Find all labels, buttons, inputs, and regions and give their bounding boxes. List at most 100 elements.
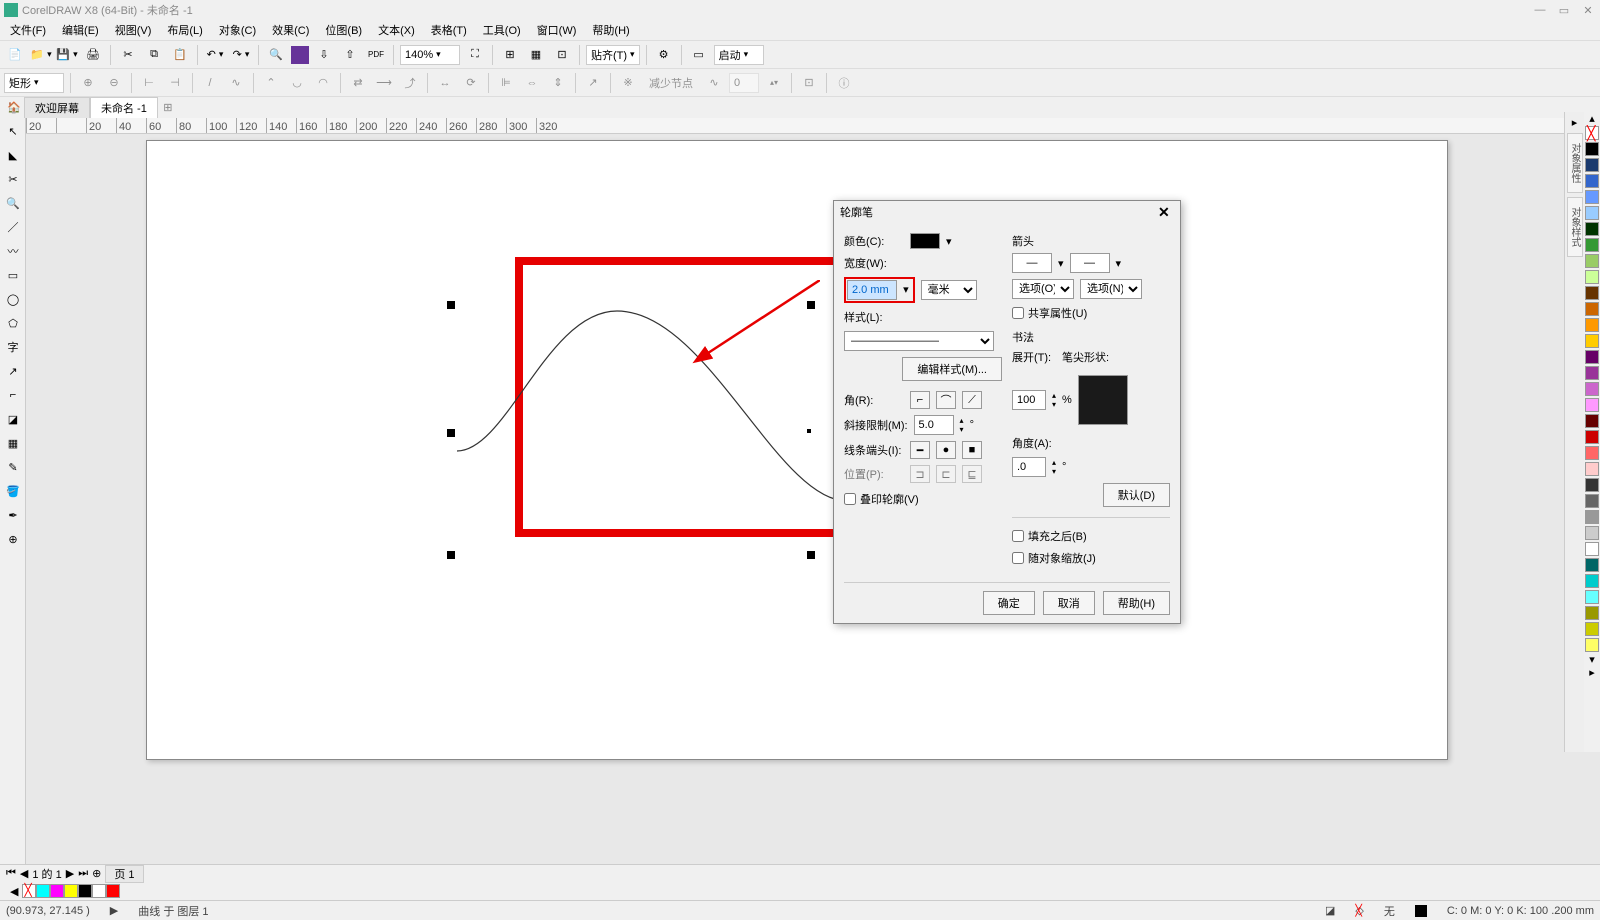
end-arrow-picker[interactable]: — bbox=[1070, 253, 1110, 273]
color-swatch[interactable] bbox=[1585, 638, 1599, 652]
doc-color-swatch[interactable] bbox=[64, 884, 78, 898]
cap-square-icon[interactable]: ■ bbox=[962, 441, 982, 459]
edit-style-button[interactable]: 编辑样式(M)... bbox=[902, 357, 1002, 381]
stretch-icon[interactable]: ↔ bbox=[434, 72, 456, 94]
angle-input[interactable] bbox=[1012, 457, 1046, 477]
menu-file[interactable]: 文件(F) bbox=[4, 20, 52, 40]
reverse-icon[interactable]: ⇄ bbox=[347, 72, 369, 94]
undo-icon[interactable]: ↶ bbox=[204, 44, 226, 66]
page-canvas[interactable] bbox=[146, 140, 1448, 760]
width-input[interactable] bbox=[847, 280, 897, 300]
overprint-checkbox[interactable] bbox=[844, 493, 856, 505]
info-icon[interactable]: ⓘ bbox=[833, 72, 855, 94]
spinner-icon[interactable]: ▴▾ bbox=[1052, 458, 1056, 476]
bbox-icon[interactable]: ⊡ bbox=[798, 72, 820, 94]
polygon-tool-icon[interactable]: ⬠ bbox=[2, 312, 24, 334]
options-icon[interactable]: ⚙ bbox=[653, 44, 675, 66]
palette-down-icon[interactable]: ▾ bbox=[1584, 653, 1600, 666]
tab-add-icon[interactable]: ⊞ bbox=[158, 101, 178, 114]
no-color-swatch[interactable]: ╳ bbox=[1585, 126, 1599, 140]
style-select[interactable]: ———————— bbox=[844, 331, 994, 351]
selection-handle[interactable] bbox=[447, 301, 455, 309]
color-swatch[interactable] bbox=[1585, 286, 1599, 300]
color-swatch[interactable] bbox=[1585, 462, 1599, 476]
spinner-icon[interactable]: ▴▾ bbox=[1052, 391, 1056, 409]
share-checkbox[interactable] bbox=[1012, 307, 1024, 319]
break-icon[interactable]: ⊣ bbox=[164, 72, 186, 94]
docker-tab-properties[interactable]: 对象属性 bbox=[1567, 133, 1583, 193]
shape-tool-icon[interactable]: ◣ bbox=[2, 144, 24, 166]
dropdown-icon[interactable]: ▾ bbox=[1116, 257, 1122, 270]
cut-icon[interactable]: ✂ bbox=[117, 44, 139, 66]
color-swatch[interactable] bbox=[1585, 190, 1599, 204]
menu-layout[interactable]: 布局(L) bbox=[161, 20, 208, 40]
selection-handle[interactable] bbox=[447, 551, 455, 559]
dropdown-icon[interactable]: ▾ bbox=[946, 235, 952, 248]
color-swatch[interactable] bbox=[1585, 478, 1599, 492]
save-icon[interactable]: 💾 bbox=[56, 44, 78, 66]
tab-doc1[interactable]: 未命名 -1 bbox=[90, 97, 158, 119]
dialog-close-button[interactable]: ✕ bbox=[1158, 204, 1174, 220]
elastic-icon[interactable]: ↗ bbox=[582, 72, 604, 94]
color-swatch[interactable] bbox=[1585, 174, 1599, 188]
cancel-button[interactable]: 取消 bbox=[1043, 591, 1095, 615]
reflect-v-icon[interactable]: ⇕ bbox=[547, 72, 569, 94]
fill-tool-icon[interactable]: 🪣 bbox=[2, 480, 24, 502]
default-button[interactable]: 默认(D) bbox=[1103, 483, 1170, 507]
dropdown-icon[interactable]: ▾ bbox=[900, 284, 912, 296]
corner-bevel-icon[interactable]: ⟋ bbox=[962, 391, 982, 409]
nav-prev-icon[interactable]: ◀ bbox=[20, 867, 28, 880]
color-swatch[interactable] bbox=[1585, 622, 1599, 636]
arrow-options2[interactable]: 选项(N) bbox=[1080, 279, 1142, 299]
doc-color-swatch[interactable] bbox=[50, 884, 64, 898]
search-icon[interactable]: 🔍 bbox=[265, 44, 287, 66]
outline-color-swatch[interactable] bbox=[1415, 905, 1427, 917]
node-del-icon[interactable]: ⊖ bbox=[103, 72, 125, 94]
open-icon[interactable]: 📁 bbox=[30, 44, 52, 66]
rulers-icon[interactable]: ⊞ bbox=[499, 44, 521, 66]
new-icon[interactable]: 📄 bbox=[4, 44, 26, 66]
horizontal-ruler[interactable]: 20 20 40 60 80 100 120 140 160 180 200 2… bbox=[26, 118, 1586, 134]
dialog-header[interactable]: 轮廓笔 ✕ bbox=[834, 201, 1180, 223]
color-picker[interactable] bbox=[910, 233, 940, 249]
fullscreen-icon[interactable]: ⛶ bbox=[464, 44, 486, 66]
color-swatch[interactable] bbox=[1585, 302, 1599, 316]
minimize-button[interactable]: ― bbox=[1532, 3, 1548, 17]
parallel-dim-icon[interactable]: ↗ bbox=[2, 360, 24, 382]
reflect-h-icon[interactable]: ⇔ bbox=[521, 72, 543, 94]
ok-button[interactable]: 确定 bbox=[983, 591, 1035, 615]
snap-combo[interactable]: 贴齐(T) bbox=[586, 45, 640, 65]
color-swatch[interactable] bbox=[1585, 574, 1599, 588]
shape-combo[interactable]: 矩形 bbox=[4, 73, 64, 93]
nav-first-icon[interactable]: ⏮ bbox=[6, 867, 16, 880]
start-arrow-picker[interactable]: — bbox=[1012, 253, 1052, 273]
freehand-tool-icon[interactable]: ／ bbox=[2, 216, 24, 238]
doc-color-swatch[interactable] bbox=[78, 884, 92, 898]
palette-prev-icon[interactable]: ◀ bbox=[6, 885, 22, 898]
fill-indicator-icon[interactable]: ◪ bbox=[1325, 904, 1335, 917]
import-icon[interactable]: ⇩ bbox=[313, 44, 335, 66]
symm-icon[interactable]: ◠ bbox=[312, 72, 334, 94]
zoom-combo[interactable]: 140% bbox=[400, 45, 460, 65]
restore-button[interactable]: ▭ bbox=[1556, 3, 1572, 17]
units-select[interactable]: 毫米 bbox=[921, 280, 977, 300]
spinner-icon[interactable]: ▴▾ bbox=[960, 416, 964, 434]
scale-with-checkbox[interactable] bbox=[1012, 552, 1024, 564]
menu-table[interactable]: 表格(T) bbox=[425, 20, 473, 40]
selection-handle[interactable] bbox=[807, 301, 815, 309]
color-swatch[interactable] bbox=[1585, 366, 1599, 380]
zoom-tool-icon[interactable]: 🔍 bbox=[2, 192, 24, 214]
cap-flat-icon[interactable]: ━ bbox=[910, 441, 930, 459]
node-add-icon[interactable]: ⊕ bbox=[77, 72, 99, 94]
menu-help[interactable]: 帮助(H) bbox=[586, 20, 635, 40]
stretch-input[interactable] bbox=[1012, 390, 1046, 410]
extend-icon[interactable]: ⟶ bbox=[373, 72, 395, 94]
rotate-icon[interactable]: ⟳ bbox=[460, 72, 482, 94]
miter-input[interactable] bbox=[914, 415, 954, 435]
help-button[interactable]: 帮助(H) bbox=[1103, 591, 1170, 615]
color-swatch[interactable] bbox=[1585, 382, 1599, 396]
doc-color-swatch[interactable] bbox=[36, 884, 50, 898]
color-swatch[interactable] bbox=[1585, 542, 1599, 556]
quick-customize-icon[interactable]: ⊕ bbox=[2, 528, 24, 550]
color-swatch[interactable] bbox=[1585, 558, 1599, 572]
